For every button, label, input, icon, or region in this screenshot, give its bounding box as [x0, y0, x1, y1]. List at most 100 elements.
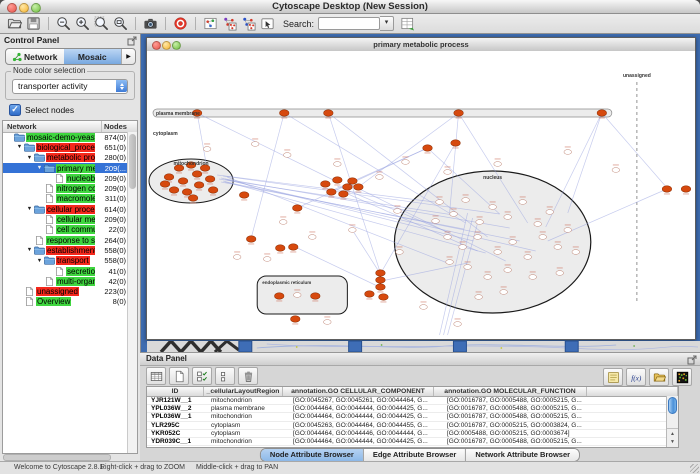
network-node[interactable]	[494, 162, 502, 167]
selected-network-node[interactable]	[164, 174, 174, 180]
network-node[interactable]	[476, 220, 484, 225]
selected-network-node[interactable]	[376, 270, 386, 276]
selected-network-node[interactable]	[339, 191, 349, 197]
tab-node-attribute-browser[interactable]: Node Attribute Browser	[261, 449, 363, 461]
close-window-button[interactable]	[7, 3, 17, 13]
selected-network-node[interactable]	[239, 192, 249, 198]
network-node[interactable]	[394, 209, 402, 214]
tree-row-nitrogen-compo[interactable]: nitrogen compo209(0)	[3, 183, 128, 193]
network-node[interactable]	[504, 268, 512, 273]
tab-network-attribute-browser[interactable]: Network Attribute Browser	[465, 449, 579, 461]
tree-row-primary-metabolic[interactable]: ▼primary metabolic209(...	[3, 163, 128, 173]
table-scrollbar[interactable]: ▲▼	[666, 396, 678, 447]
tree-row-response-to-stimulu[interactable]: response to stimulu264(0)	[3, 235, 128, 245]
selected-network-node[interactable]	[662, 186, 672, 192]
tab-edge-attribute-browser[interactable]: Edge Attribute Browser	[363, 449, 465, 461]
zoom-selected-region-button[interactable]	[92, 15, 111, 32]
selected-network-node[interactable]	[597, 110, 607, 116]
zoom-view-button[interactable]	[172, 41, 181, 50]
float-panel-icon[interactable]	[127, 36, 137, 46]
selected-network-node[interactable]	[310, 293, 320, 299]
tree-row-mosaic-demo-yeast[interactable]: mosaic-demo-yeast874(0)	[3, 132, 128, 142]
network-edge[interactable]	[602, 113, 668, 189]
selected-network-node[interactable]	[348, 178, 358, 184]
minimize-window-button[interactable]	[19, 3, 29, 13]
selected-network-node[interactable]	[274, 293, 284, 299]
network-node[interactable]	[554, 245, 562, 250]
network-node[interactable]	[564, 228, 572, 233]
tree-row-cellular-process[interactable]: ▼cellular process614(0)	[3, 204, 128, 214]
table-scrollbar-arrows[interactable]: ▲▼	[667, 428, 678, 447]
network-overview-button[interactable]	[201, 15, 220, 32]
network-node[interactable]	[504, 215, 512, 220]
selected-network-node[interactable]	[454, 110, 464, 116]
tree-row-multi-organism-pro[interactable]: multi-organism pro42(0)	[3, 276, 128, 286]
selected-network-node[interactable]	[451, 140, 461, 146]
tree-row-transport[interactable]: ▼transport558(0)	[3, 256, 128, 266]
network-node[interactable]	[475, 295, 483, 300]
network-node[interactable]	[462, 198, 470, 203]
selected-network-node[interactable]	[423, 145, 433, 151]
selected-network-node[interactable]	[160, 181, 170, 187]
zoom-window-button[interactable]	[31, 3, 41, 13]
new-attribute-button[interactable]	[169, 367, 189, 385]
selected-network-node[interactable]	[194, 182, 204, 188]
network-node[interactable]	[564, 150, 572, 155]
network-node[interactable]	[509, 240, 517, 245]
selected-network-node[interactable]	[333, 177, 343, 183]
snapshot-camera-button[interactable]	[141, 15, 160, 32]
delete-attribute-button[interactable]	[238, 367, 258, 385]
selected-network-node[interactable]	[292, 205, 302, 211]
network-node[interactable]	[402, 160, 410, 165]
network-node[interactable]	[263, 257, 271, 262]
network-node[interactable]	[534, 222, 542, 227]
more-tabs-button[interactable]: ▶	[121, 49, 135, 64]
network-node[interactable]	[546, 210, 554, 215]
network-node[interactable]	[529, 275, 537, 280]
help-lifering-button[interactable]	[171, 15, 190, 32]
tree-expander-icon[interactable]: ▼	[25, 155, 34, 161]
attribute-editor-button[interactable]	[603, 368, 623, 386]
tree-expander-icon[interactable]: ▼	[35, 258, 44, 264]
float-data-panel-icon[interactable]	[687, 355, 697, 365]
network-node[interactable]	[349, 228, 357, 233]
close-view-button[interactable]	[152, 41, 161, 50]
search-dropdown-button[interactable]: ▾	[380, 16, 394, 31]
table-row-ykr052c[interactable]: YKR052Ccytoplasm[GO:0044464, GO:0044446,…	[147, 430, 678, 438]
tree-scrollbar[interactable]	[127, 132, 137, 453]
network-node[interactable]	[233, 255, 241, 260]
network-node[interactable]	[474, 235, 482, 240]
tab-network[interactable]: Network	[6, 49, 64, 64]
tree-expander-icon[interactable]: ▼	[15, 144, 24, 150]
selected-network-node[interactable]	[379, 294, 389, 300]
network-node[interactable]	[500, 290, 508, 295]
network-node[interactable]	[539, 235, 547, 240]
search-input[interactable]	[318, 17, 380, 30]
selected-network-node[interactable]	[205, 176, 215, 182]
selected-network-node[interactable]	[188, 195, 198, 201]
tree-expander-icon[interactable]: ▼	[25, 247, 34, 253]
column-header-annotation-go-cellular-component[interactable]: annotation.GO CELLULAR_COMPONENT	[283, 387, 434, 396]
zoom-fit-button[interactable]	[111, 15, 130, 32]
resize-grip[interactable]	[690, 464, 699, 473]
network-node[interactable]	[396, 250, 404, 255]
attribute-table-button[interactable]	[146, 367, 166, 385]
plasma-membrane-region[interactable]	[153, 109, 612, 117]
network-view-window[interactable]: primary metabolic process plasma membran…	[146, 37, 696, 340]
selected-network-node[interactable]	[327, 189, 337, 195]
tree-row-cell-communicat[interactable]: cell communicat22(0)	[3, 225, 128, 235]
network-edge[interactable]	[352, 230, 380, 274]
selected-network-node[interactable]	[343, 184, 353, 190]
network-node[interactable]	[283, 153, 291, 158]
network-node[interactable]	[446, 260, 454, 265]
tree-row-macromolecule[interactable]: macromolecule311(0)	[3, 194, 128, 204]
tree-row-unassigned[interactable]: unassigned223(0)	[3, 286, 128, 296]
selected-network-node[interactable]	[192, 171, 202, 177]
selected-network-node[interactable]	[681, 186, 691, 192]
selected-network-node[interactable]	[182, 189, 192, 195]
tree-row-cellular-metabo[interactable]: cellular metabo209(0)	[3, 214, 128, 224]
network-node[interactable]	[334, 162, 342, 167]
network-node[interactable]	[203, 147, 211, 152]
network-node[interactable]	[454, 322, 462, 327]
network-node[interactable]	[293, 293, 301, 298]
